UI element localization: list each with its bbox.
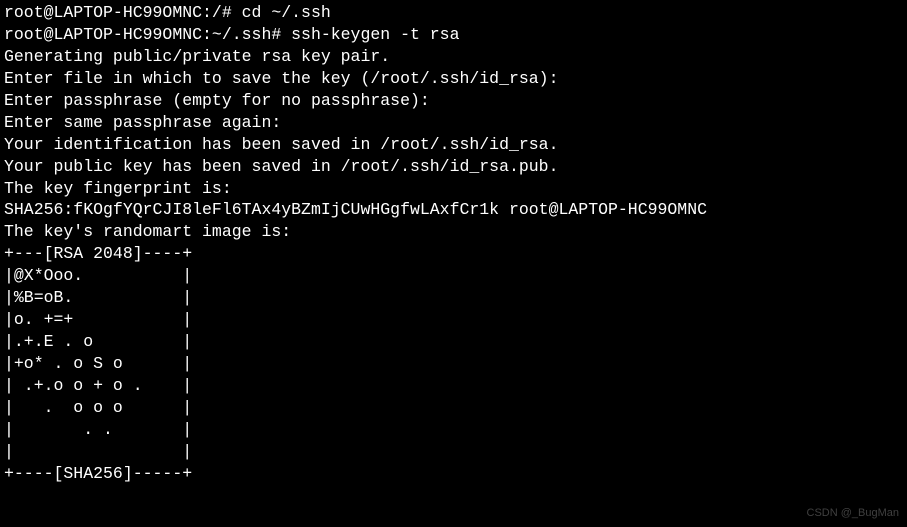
watermark-text: CSDN @_BugMan [807, 506, 899, 521]
terminal-output[interactable]: root@LAPTOP-HC99OMNC:/# cd ~/.ssh root@L… [4, 2, 903, 485]
